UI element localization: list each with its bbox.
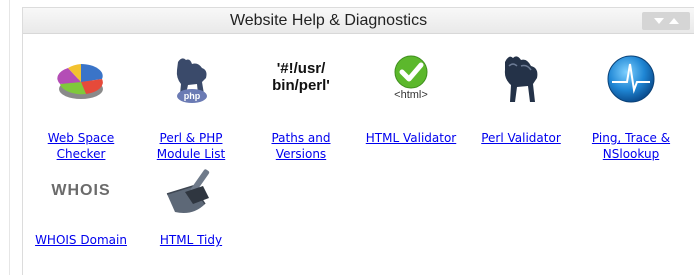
svg-text:php: php [184, 91, 201, 101]
link-line-1: WHOIS Domain [35, 233, 127, 247]
camel-icon[interactable] [497, 52, 545, 106]
pie-chart-icon[interactable] [56, 56, 106, 104]
php-camel-icon[interactable]: php [168, 54, 214, 106]
icon-text-line-2: bin/perl' [272, 77, 330, 94]
left-divider [9, 0, 10, 275]
perl-php-module-list-link[interactable]: Perl & PHP Module List [139, 130, 243, 162]
chevron-down-icon [654, 18, 664, 24]
link-line-2: Checker [56, 147, 106, 161]
dustpan-brush-icon[interactable] [163, 164, 219, 218]
perl-validator-link[interactable]: Perl Validator [469, 130, 573, 146]
perl-path-text-icon[interactable]: '#!/usr/ bin/perl' [259, 60, 343, 100]
link-line-2: Module List [156, 147, 226, 161]
html-validator-link[interactable]: HTML Validator [359, 130, 463, 146]
link-line-1: HTML Validator [365, 131, 457, 145]
whois-domain-link[interactable]: WHOIS Domain [29, 232, 133, 248]
link-line-2: NSlookup [602, 147, 660, 161]
ping-trace-nslookup-link[interactable]: Ping, Trace & NSlookup [579, 130, 683, 162]
link-line-1: HTML Tidy [159, 233, 223, 247]
link-line-1: Ping, Trace & [591, 131, 671, 145]
html-tidy-link[interactable]: HTML Tidy [139, 232, 243, 248]
link-line-1: Perl & PHP [159, 131, 223, 145]
whois-text-icon[interactable]: WHOIS [39, 180, 123, 206]
whois-icon-text: WHOIS [51, 182, 111, 199]
panel-header: Website Help & Diagnostics [23, 8, 694, 34]
pulse-monitor-icon[interactable] [606, 54, 656, 104]
panel-toggle-button[interactable] [642, 12, 690, 30]
html-tag-text: <html> [394, 89, 428, 101]
link-line-1: Perl Validator [481, 131, 561, 145]
web-space-checker-link[interactable]: Web Space Checker [29, 130, 133, 162]
icon-text-line-1: '#!/usr/ [276, 60, 326, 77]
html-check-icon[interactable]: <html> [386, 54, 436, 104]
paths-versions-link[interactable]: Paths and Versions [249, 130, 353, 162]
help-diagnostics-panel: Website Help & Diagnostics Web Space Che… [22, 7, 694, 275]
chevron-up-icon [669, 18, 679, 24]
link-line-2: Versions [275, 147, 327, 161]
link-line-1: Web Space [47, 131, 115, 145]
link-line-1: Paths and [271, 131, 331, 145]
panel-title: Website Help & Diagnostics [229, 12, 428, 29]
